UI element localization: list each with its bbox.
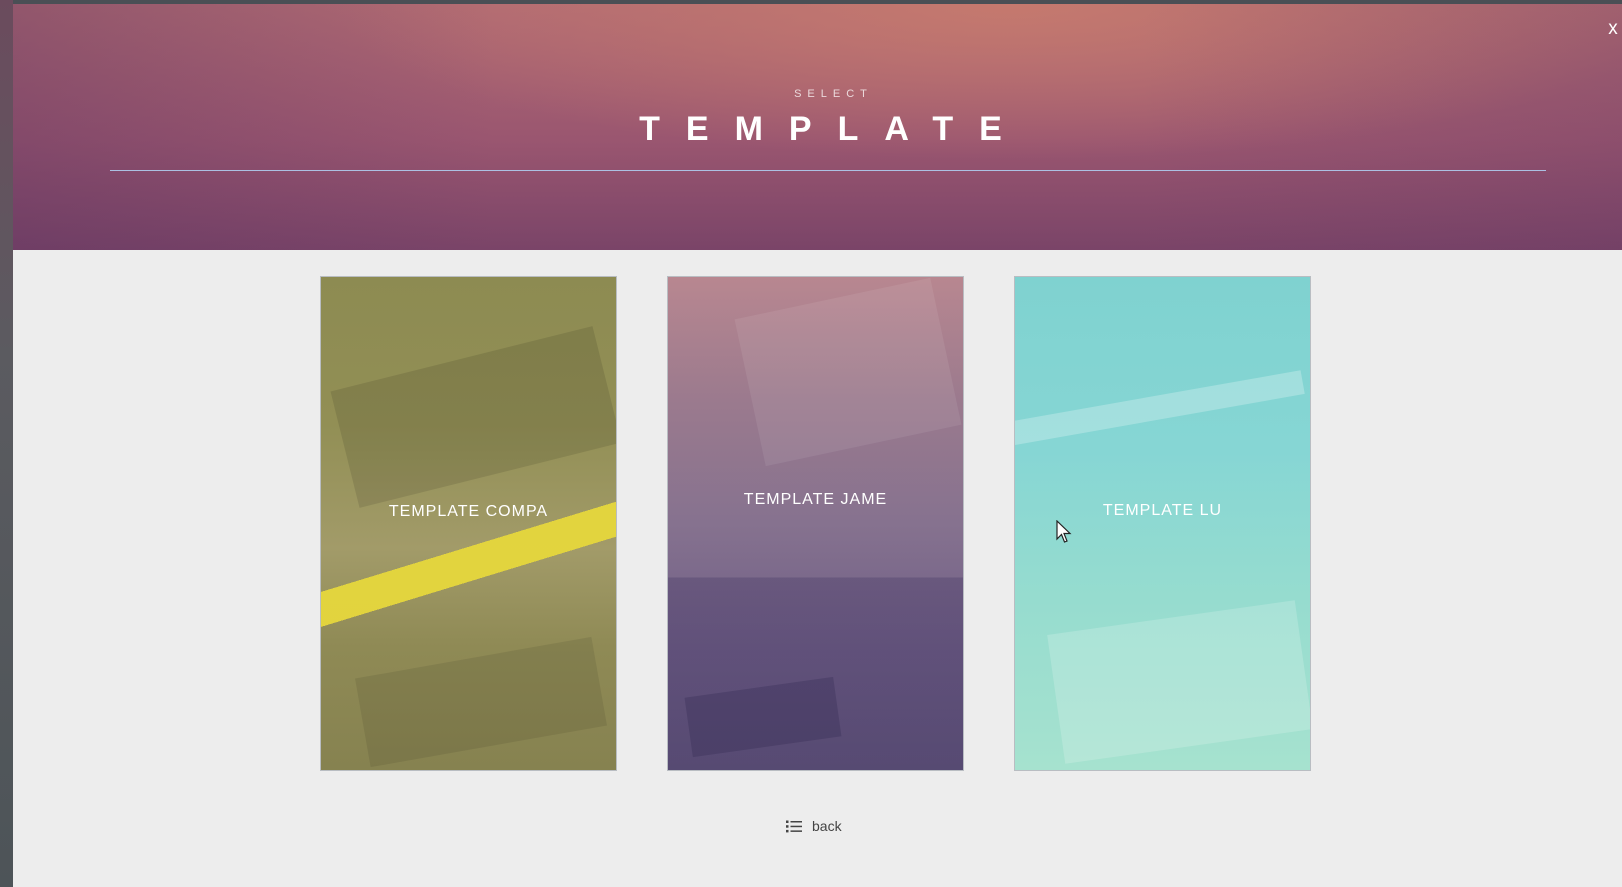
list-icon bbox=[786, 820, 802, 833]
close-button[interactable]: x bbox=[1604, 18, 1622, 40]
template-card-label: TEMPLATE COMPA bbox=[388, 503, 549, 520]
card-image-detail bbox=[1047, 600, 1310, 764]
card-image-detail bbox=[330, 326, 616, 508]
template-card-label: TEMPLATE JAME bbox=[743, 491, 888, 508]
card-image-detail bbox=[355, 636, 607, 768]
window-left-edge bbox=[0, 0, 13, 887]
template-card-jame[interactable]: TEMPLATE JAME bbox=[667, 276, 964, 771]
card-image-detail bbox=[1015, 370, 1305, 448]
page-title: TEMPLATE bbox=[639, 110, 1028, 148]
header-divider bbox=[110, 170, 1546, 171]
card-image-detail bbox=[684, 676, 842, 758]
card-image-detail bbox=[734, 277, 962, 467]
back-button[interactable]: back bbox=[786, 818, 842, 834]
mouse-cursor-icon bbox=[1056, 519, 1072, 549]
header-subtitle: SELECT bbox=[794, 88, 873, 100]
back-label: back bbox=[812, 818, 842, 834]
template-card-compa[interactable]: TEMPLATE COMPA bbox=[320, 276, 617, 771]
template-card-label: TEMPLATE LU bbox=[1102, 502, 1223, 519]
modal-header: x SELECT TEMPLATE bbox=[13, 4, 1622, 250]
